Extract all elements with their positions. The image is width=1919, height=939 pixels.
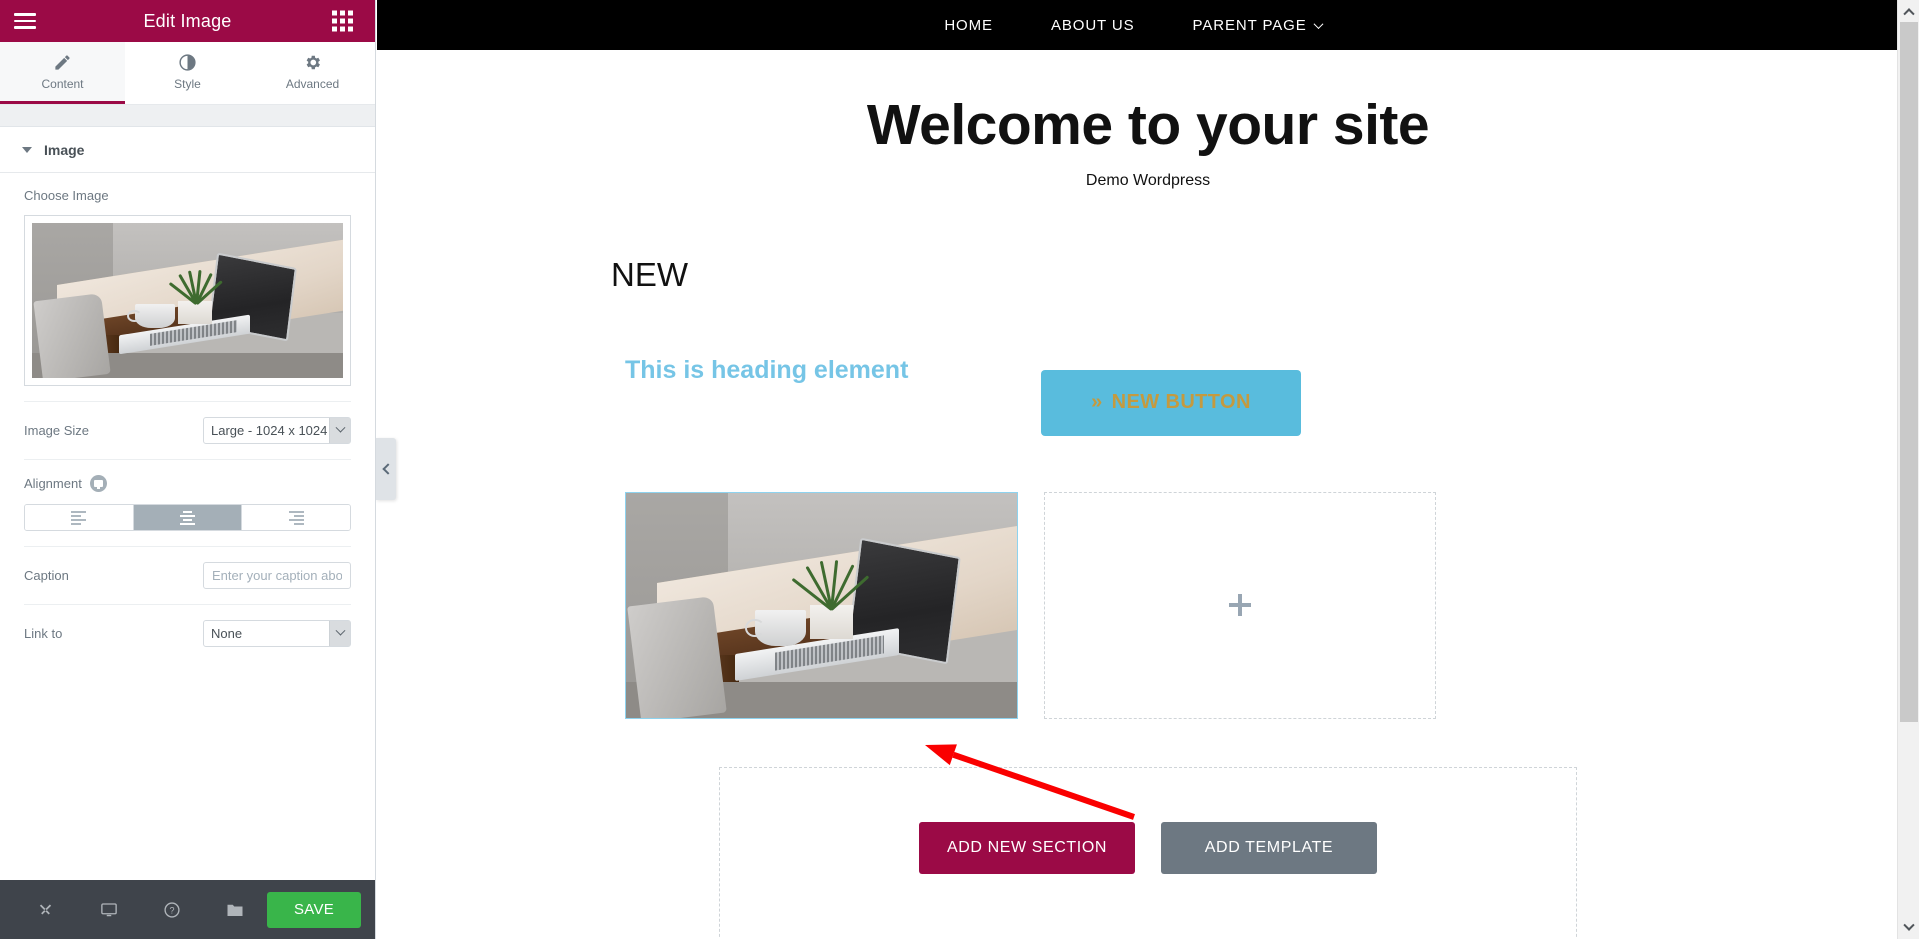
svg-text:?: ? xyxy=(170,905,175,915)
site-preview-canvas: HOME ABOUT US PARENT PAGE Welcome to you… xyxy=(377,0,1919,939)
page-scrollbar[interactable] xyxy=(1897,0,1919,939)
close-icon[interactable] xyxy=(14,880,77,939)
panel-subbar xyxy=(0,105,375,127)
control-caption: Caption xyxy=(24,547,351,605)
add-template-button[interactable]: ADD TEMPLATE xyxy=(1161,821,1377,874)
tab-label: Advanced xyxy=(285,76,340,91)
device-toggle-icon[interactable] xyxy=(89,475,107,492)
pencil-icon xyxy=(55,54,70,70)
control-alignment: Alignment xyxy=(24,460,351,547)
align-left-button[interactable] xyxy=(25,505,134,530)
tab-content[interactable]: Content xyxy=(0,42,125,104)
tab-advanced[interactable]: Advanced xyxy=(250,42,375,104)
widgets-grid-icon[interactable] xyxy=(332,10,353,32)
image-size-label: Image Size xyxy=(24,423,90,438)
image-widget-selected[interactable] xyxy=(625,491,1018,719)
double-chevron-right-icon: » xyxy=(1091,391,1103,414)
control-choose-image: Choose Image xyxy=(24,173,351,402)
new-section-heading[interactable]: NEW xyxy=(611,256,1793,294)
control-link-to: Link to None xyxy=(24,605,351,662)
panel-title: Edit Image xyxy=(143,10,232,31)
controls-wrapper: Choose Image Image Size Large - 1024 x 1… xyxy=(0,173,375,662)
site-body: Welcome to your site Demo Wordpress NEW … xyxy=(377,50,1919,939)
panel-footer-toolbar: ? SAVE xyxy=(0,880,375,939)
link-to-label: Link to xyxy=(24,626,63,641)
new-button-label: NEW BUTTON xyxy=(1111,391,1251,414)
add-section-dropzone[interactable]: ADD NEW SECTION ADD TEMPLATE xyxy=(719,766,1577,939)
tab-style[interactable]: Style xyxy=(125,42,250,104)
content-wrapper: NEW This is heading element » NEW BUTTON xyxy=(503,256,1793,719)
heading-and-button-row: This is heading element » NEW BUTTON xyxy=(611,356,1793,436)
chevron-up-icon xyxy=(1902,8,1915,20)
nav-item-label: PARENT PAGE xyxy=(1192,16,1307,34)
site-navigation-bar: HOME ABOUT US PARENT PAGE xyxy=(377,0,1919,50)
alignment-segmented-control xyxy=(24,504,351,531)
save-button[interactable]: SAVE xyxy=(267,891,361,928)
new-button-widget[interactable]: » NEW BUTTON xyxy=(1041,369,1301,436)
add-new-section-button[interactable]: ADD NEW SECTION xyxy=(919,821,1135,874)
nav-item-label: HOME xyxy=(944,16,993,34)
button-column: » NEW BUTTON xyxy=(1041,356,1793,436)
link-to-select[interactable]: None xyxy=(203,620,351,647)
scrollbar-thumb[interactable] xyxy=(1900,22,1918,722)
panel-empty-space xyxy=(0,662,375,880)
section-title: Image xyxy=(44,141,85,158)
plus-icon xyxy=(1229,594,1251,617)
panel-collapse-handle[interactable] xyxy=(376,438,396,500)
align-right-icon xyxy=(288,510,304,525)
image-and-empty-column-row xyxy=(611,491,1793,719)
align-left-icon xyxy=(71,510,87,525)
control-image-size: Image Size Large - 1024 x 1024 xyxy=(24,402,351,460)
tab-label: Content xyxy=(41,76,84,91)
choose-image-label: Choose Image xyxy=(24,188,109,203)
hero-section: Welcome to your site Demo Wordpress xyxy=(377,50,1919,190)
history-folder-icon[interactable] xyxy=(204,880,267,939)
section-header-image[interactable]: Image xyxy=(0,127,375,173)
help-icon[interactable]: ? xyxy=(141,880,204,939)
align-center-button[interactable] xyxy=(133,505,243,530)
responsive-mode-icon[interactable] xyxy=(77,880,140,939)
nav-item-home[interactable]: HOME xyxy=(944,17,993,34)
elementor-editor-screen: HOME ABOUT US PARENT PAGE Welcome to you… xyxy=(0,0,1919,939)
desk-laptop-photo xyxy=(32,223,343,378)
empty-column-dropzone[interactable] xyxy=(1044,491,1436,719)
nav-item-parent-page[interactable]: PARENT PAGE xyxy=(1192,16,1324,34)
gear-icon xyxy=(306,55,320,69)
image-size-select[interactable]: Large - 1024 x 1024 xyxy=(203,417,351,444)
nav-item-about-us[interactable]: ABOUT US xyxy=(1051,17,1135,34)
hamburger-icon[interactable] xyxy=(0,0,50,42)
heading-column: This is heading element xyxy=(611,356,1041,436)
chevron-down-icon xyxy=(1313,18,1324,29)
scroll-up-button[interactable] xyxy=(1898,0,1919,22)
image-thumbnail-picker[interactable] xyxy=(24,215,351,386)
hero-title: Welcome to your site xyxy=(866,93,1430,157)
align-right-button[interactable] xyxy=(242,505,350,530)
caret-down-icon xyxy=(22,146,32,153)
panel-tabs: Content Style Advanced xyxy=(0,42,375,105)
nav-item-label: ABOUT US xyxy=(1050,16,1135,34)
panel-header: Edit Image xyxy=(0,0,375,42)
panel-body: Image Choose Image Image Size Large - 10… xyxy=(0,127,375,880)
desk-laptop-photo xyxy=(626,492,1017,718)
caption-label: Caption xyxy=(24,568,69,583)
caption-input[interactable] xyxy=(203,562,351,589)
link-to-value: None xyxy=(211,626,243,641)
tab-label: Style xyxy=(174,76,201,91)
editor-panel: Edit Image Content Style Advanced Image … xyxy=(0,0,376,939)
image-size-value: Large - 1024 x 1024 xyxy=(211,423,328,438)
chevron-down-icon xyxy=(329,621,350,646)
scroll-down-button[interactable] xyxy=(1898,917,1919,939)
heading-element-widget[interactable]: This is heading element xyxy=(625,356,1041,385)
image-thumbnail xyxy=(32,223,343,378)
chevron-down-icon xyxy=(329,418,350,443)
hero-subtitle: Demo Wordpress xyxy=(1085,171,1211,189)
alignment-label: Alignment xyxy=(24,476,82,491)
chevron-down-icon xyxy=(1902,919,1915,931)
contrast-icon xyxy=(179,53,196,71)
align-center-icon xyxy=(180,510,195,525)
chevron-left-icon xyxy=(381,463,394,475)
